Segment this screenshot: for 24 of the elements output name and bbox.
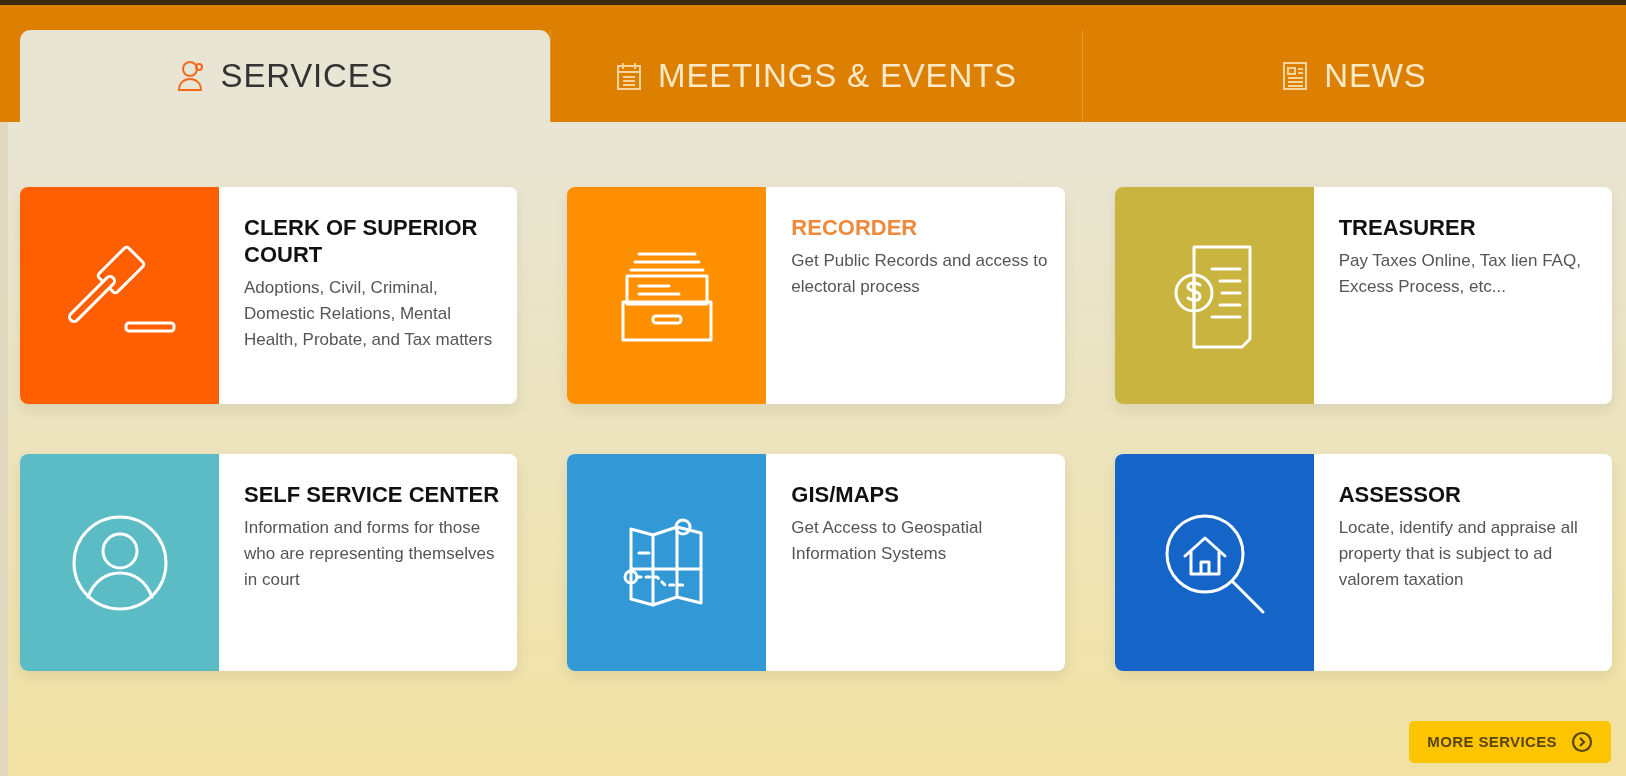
card-description: Get Public Records and access to electoral process (791, 250, 1049, 298)
card-title: ASSESSOR (1338, 481, 1462, 508)
card-description: Locate, identify and appraise all property that is subject to ad valorem taxation (1338, 517, 1579, 591)
chevron-circle-icon (1571, 731, 1593, 753)
card-title: TREASURER (1338, 214, 1477, 241)
card-title: RECORDER (791, 214, 919, 241)
card-title: CLERK OF SUPERIOR COURT (244, 214, 479, 268)
service-card[interactable]: RECORDER Get Public Records and access to electoral process (567, 187, 1065, 404)
calendar-icon (616, 61, 643, 91)
card-description: Get Access to Geospatial Information Systems (791, 517, 984, 565)
card-description: Adoptions, Civil, Criminal, Domestic Relations, Mental Health, Probate, and Tax matters (244, 277, 494, 351)
service-card[interactable]: CLERK OF SUPERIOR COURT Adoptions, Civil, Criminal, Domestic Relations, Mental Health, Probate, and Tax matters (20, 187, 518, 404)
service-card[interactable]: ASSESSOR Locate, identify and appraise all property that is subject to ad valorem taxation (1114, 454, 1612, 671)
card-description: Information and forms for those who are representing themselves in court (244, 517, 496, 591)
service-card[interactable]: GIS/MAPS Get Access to Geospatial Information Systems (567, 454, 1065, 671)
card-title: GIS/MAPS (791, 481, 900, 508)
newspaper-icon (1282, 61, 1309, 91)
service-card[interactable]: SELF SERVICE CENTER Information and forms for those who are representing themselves in court (20, 454, 518, 671)
service-card[interactable]: TREASURER Pay Taxes Online, Tax lien FAQ, Excess Process, etc... (1114, 187, 1612, 404)
user-icon (176, 59, 205, 93)
tab[interactable]: SERVICES (20, 30, 550, 122)
card-description: Pay Taxes Online, Tax lien FAQ, Excess Process, etc... (1338, 250, 1582, 298)
card-title: SELF SERVICE CENTER (244, 481, 501, 508)
more-services-button[interactable]: MORE SERVICES (1409, 721, 1611, 763)
